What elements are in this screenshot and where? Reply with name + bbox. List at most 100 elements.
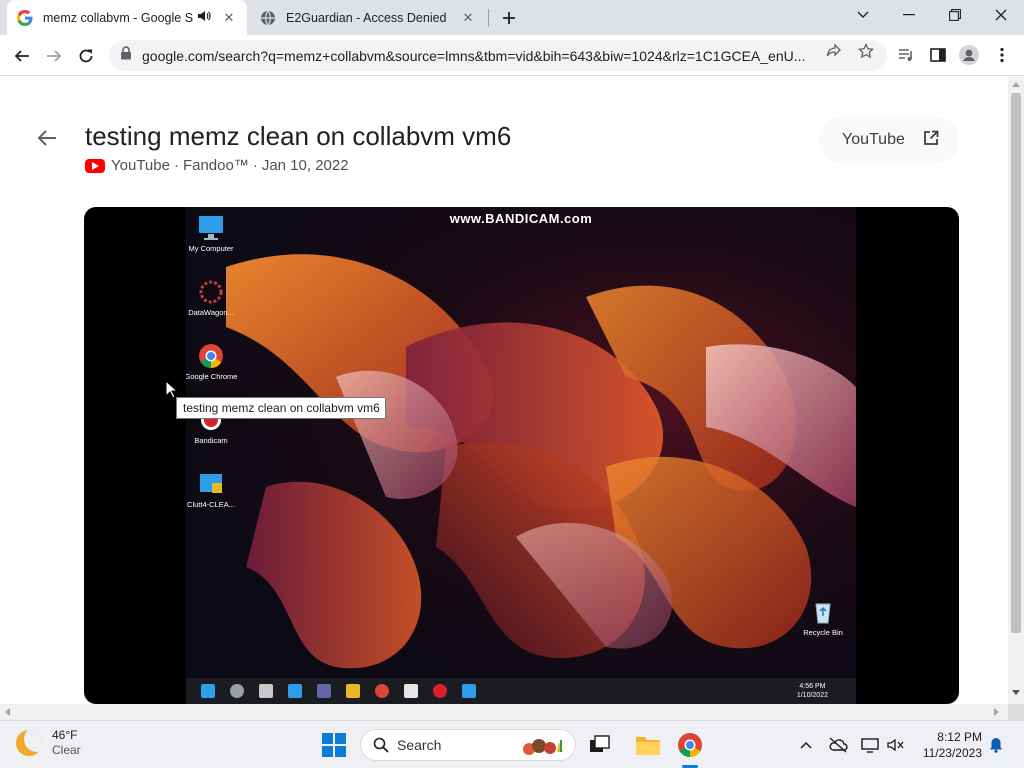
tab-google-search[interactable]: memz collabvm - Google Se ✕ [7,0,247,35]
weather-widget[interactable]: 46°F Clear [16,728,81,758]
close-tab-icon[interactable]: ✕ [460,10,476,26]
vm-app-icon [462,684,476,698]
weather-desc: Clear [52,743,81,757]
meta-separator: · [173,157,179,174]
video-date: Jan 10, 2022 [261,157,349,174]
profile-avatar-icon[interactable] [959,45,979,65]
forward-icon[interactable] [41,43,67,69]
page-content: testing memz clean on collabvm vm6 YouTu… [0,77,1008,704]
vertical-scrollbar[interactable] [1008,77,1024,704]
desktop-icon-datawagon: DataWagon... [186,279,239,317]
vm-bandicam-icon [433,684,447,698]
desktop-icon-label: DataWagon... [188,308,234,317]
scroll-down-icon[interactable] [1012,690,1020,696]
desktop-icon-label: Recycle Bin [803,628,843,637]
open-external-icon [923,130,939,151]
url-text: google.com/search?q=memz+collabvm&source… [142,47,806,64]
volume-muted-icon[interactable] [886,735,906,755]
chrome-taskbar-icon[interactable] [676,731,704,759]
vm-start-icon [201,684,215,698]
vm-search-icon [230,684,244,698]
vm-time: 4:56 PM [799,683,826,690]
clutt-icon [197,471,225,497]
video-meta: YouTube · Fandoo™ · Jan 10, 2022 [85,157,349,174]
wallpaper-image [226,254,856,669]
speaker-icon[interactable] [197,9,213,26]
share-icon[interactable] [825,42,843,60]
vm-widgets-icon [288,684,302,698]
desktop-icon-chrome: Google Chrome [186,343,239,381]
side-panel-icon[interactable] [928,45,948,65]
video-channel: Fandoo™ [182,157,249,174]
vm-chrome-icon [375,684,389,698]
search-label: Search [397,737,442,753]
vm-explorer-icon [346,684,360,698]
weather-temp: 46°F [52,728,78,742]
open-youtube-button[interactable]: YouTube [818,117,959,163]
chrome-icon [197,343,225,369]
search-icon [373,737,389,753]
youtube-logo-icon [85,158,105,173]
tab-title: E2Guardian - Access Denied [286,10,447,25]
vm-clock: 4:56 PM 1/10/2022 [797,682,828,700]
scroll-up-icon[interactable] [1012,81,1020,87]
media-control-icon[interactable] [896,45,916,65]
close-tab-icon[interactable]: ✕ [221,10,237,26]
bookmark-star-icon[interactable] [857,42,875,60]
clock-date: 11/23/2023 [922,746,982,760]
desktop-icon-clutt: Clutt4-CLEA... [186,471,239,509]
desktop-icon-my-computer: My Computer [186,215,239,253]
video-frame: www.BANDICAM.com My Computer DataWagon..… [186,207,856,704]
taskbar-search[interactable]: Search [360,729,576,761]
meta-separator: · [252,157,258,174]
lock-icon[interactable] [120,46,134,65]
open-youtube-label: YouTube [842,131,905,148]
show-hidden-icons-chevron-icon[interactable] [796,735,816,755]
tab-e2guardian[interactable]: E2Guardian - Access Denied ✕ [250,0,486,35]
file-explorer-icon[interactable] [634,731,662,759]
tab-title: memz collabvm - Google Se [43,10,193,25]
chrome-menu-icon[interactable] [992,45,1012,65]
tab-divider [488,9,489,27]
browser-toolbar: google.com/search?q=memz+collabvm&source… [0,35,1024,76]
vm-date: 1/10/2022 [796,692,828,699]
desktop-icon-label: My Computer [188,244,234,253]
notification-bell-icon[interactable] [986,735,1006,755]
reload-icon[interactable] [73,43,99,69]
video-tooltip: testing memz clean on collabvm vm6 [176,397,386,419]
vertical-scroll-thumb[interactable] [1011,93,1021,633]
desktop-icon-label: Clutt4-CLEA... [187,500,235,509]
clock-time: 8:12 PM [937,730,982,744]
start-button[interactable] [322,733,346,757]
address-bar[interactable]: google.com/search?q=memz+collabvm&source… [109,40,887,71]
desktop-icon-recycle-bin: Recycle Bin [795,599,851,637]
vm-taskbar: 4:56 PM 1/10/2022 [186,678,856,704]
datawagon-icon [197,279,225,305]
search-highlight-icon [523,739,563,755]
video-source: YouTube [111,157,170,174]
system-clock[interactable]: 8:12 PM 11/23/2023 [914,729,982,761]
vm-chat-icon [317,684,331,698]
windows-taskbar: 46°F Clear Search 8:12 PM 11/23/2023 [0,720,1024,768]
close-window-icon[interactable] [978,0,1024,30]
onedrive-off-icon[interactable] [828,735,848,755]
vm-taskview-icon [259,684,273,698]
scroll-right-icon[interactable] [994,708,1000,716]
desktop-icon-label: Google Chrome [186,372,238,381]
back-icon[interactable] [9,43,35,69]
tab-strip: memz collabvm - Google Se ✕ E2Guardian -… [0,0,1024,35]
tab-search-chevron-icon[interactable] [840,0,886,30]
video-player[interactable]: www.BANDICAM.com My Computer DataWagon..… [84,207,959,704]
back-arrow-icon[interactable] [36,127,60,151]
display-icon[interactable] [860,735,880,755]
globe-icon [260,10,276,26]
recycle-bin-icon [809,599,837,625]
monitor-icon [197,215,225,241]
video-title: testing memz clean on collabvm vm6 [85,121,512,151]
minimize-icon[interactable] [886,0,932,30]
scroll-left-icon[interactable] [4,708,10,716]
task-view-icon[interactable] [586,731,614,759]
restore-icon[interactable] [932,0,978,30]
new-tab-icon[interactable] [499,8,519,28]
horizontal-scrollbar[interactable] [0,704,1008,720]
